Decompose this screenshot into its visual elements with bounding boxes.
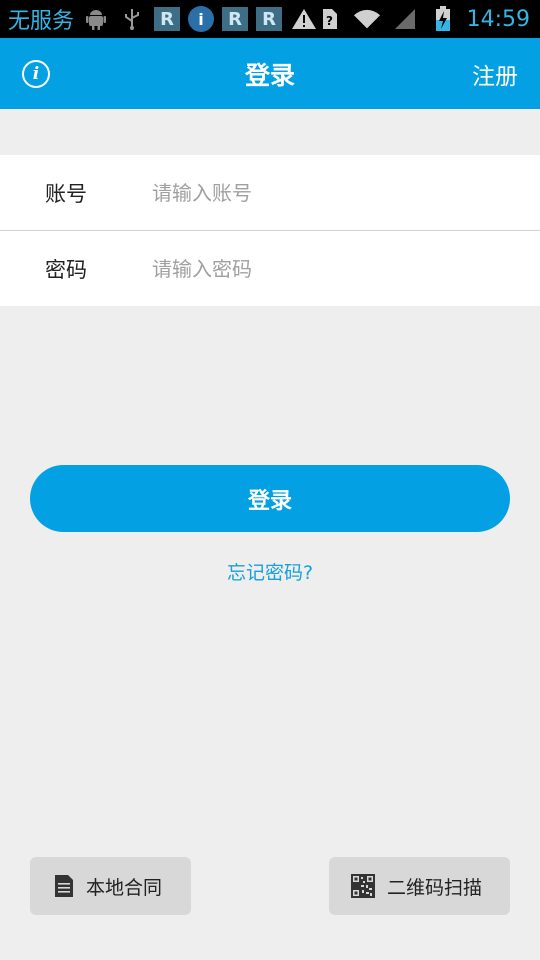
local-contract-label: 本地合同 bbox=[86, 876, 163, 899]
battery-charging-icon bbox=[429, 5, 457, 33]
wifi-icon bbox=[353, 5, 381, 33]
sim-icon: ? bbox=[315, 5, 343, 33]
clock-time: 14:59 bbox=[466, 6, 530, 32]
login-button[interactable]: 登录 bbox=[30, 465, 510, 532]
document-icon bbox=[54, 874, 74, 898]
signal-icon bbox=[391, 5, 419, 33]
password-input[interactable] bbox=[150, 255, 540, 282]
forgot-password-link[interactable]: 忘记密码? bbox=[0, 558, 540, 585]
info-icon[interactable]: i bbox=[22, 60, 50, 88]
r-app-icon: R bbox=[154, 7, 181, 31]
password-label: 密码 bbox=[45, 257, 87, 282]
carrier-text: 无服务 bbox=[8, 9, 75, 34]
account-label: 账号 bbox=[45, 181, 87, 206]
qr-scan-button[interactable]: 二维码扫描 bbox=[329, 857, 510, 915]
r-app-icon: R bbox=[256, 7, 283, 31]
login-form: 账号 密码 bbox=[0, 155, 540, 306]
system-icons: ? 14:59 bbox=[315, 0, 530, 38]
page-title: 登录 bbox=[244, 60, 295, 90]
info-app-icon: i bbox=[188, 6, 215, 32]
svg-text:?: ? bbox=[326, 14, 333, 28]
qr-scan-label: 二维码扫描 bbox=[387, 876, 483, 899]
notification-icons: R i R R bbox=[82, 5, 318, 33]
local-contract-button[interactable]: 本地合同 bbox=[30, 857, 191, 915]
account-row: 账号 bbox=[0, 155, 540, 230]
qr-code-icon bbox=[351, 874, 375, 898]
android-icon bbox=[82, 5, 110, 33]
password-row: 密码 bbox=[0, 230, 540, 306]
register-button[interactable]: 注册 bbox=[472, 38, 518, 109]
account-input[interactable] bbox=[150, 179, 540, 206]
status-bar: 无服务 R i R R ? 14:59 bbox=[0, 0, 540, 38]
r-app-icon: R bbox=[222, 7, 249, 31]
usb-icon bbox=[118, 5, 146, 33]
app-bar: i 登录 注册 bbox=[0, 38, 540, 109]
